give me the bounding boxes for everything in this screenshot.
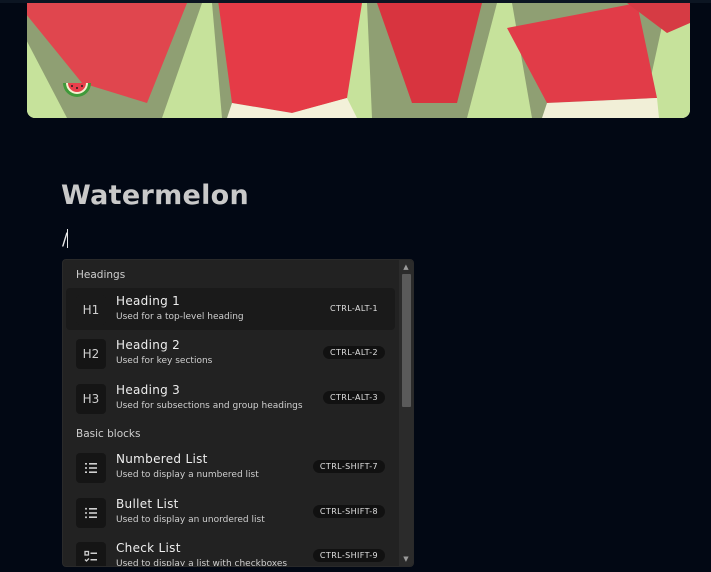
slash-command-menu[interactable]: Headings H1 Heading 1 Used for a top-lev… [62,259,414,567]
shortcut-badge: CTRL-SHIFT-7 [312,460,385,473]
page-title[interactable]: Watermelon [61,180,249,211]
shortcut-badge: CTRL-ALT-3 [322,391,385,404]
watermelon-icon [63,83,91,97]
shortcut-badge: CTRL-ALT-2 [322,346,385,359]
item-description: Used to display an unordered list [116,515,265,525]
menu-item-check-list[interactable]: Check List Used to display a list with c… [66,535,395,567]
shortcut-badge: CTRL-SHIFT-9 [312,549,385,562]
menu-item-heading-1[interactable]: H1 Heading 1 Used for a top-level headin… [66,288,395,330]
item-description: Used for key sections [116,356,213,366]
scrollbar-thumb[interactable] [402,274,411,407]
cover-watermelon-pattern [27,3,690,118]
numbered-list-icon [76,453,106,483]
item-title: Check List [116,541,181,555]
group-label-basic-blocks: Basic blocks [76,428,141,440]
heading-1-icon: H1 [76,295,106,325]
item-title: Heading 2 [116,338,181,352]
menu-item-numbered-list[interactable]: Numbered List Used to display a numbered… [66,446,395,488]
shortcut-badge: CTRL-SHIFT-8 [312,505,385,518]
item-title: Heading 1 [116,294,181,308]
bullet-list-icon [76,498,106,528]
menu-item-heading-3[interactable]: H3 Heading 3 Used for subsections and gr… [66,377,395,419]
text-cursor [67,229,68,248]
item-title: Numbered List [116,452,208,466]
checklist-icon [76,542,106,566]
item-description: Used for subsections and group headings [116,401,303,411]
item-description: Used to display a list with checkboxes [116,559,288,567]
shortcut-badge: CTRL-ALT-1 [329,304,378,313]
menu-item-bullet-list[interactable]: Bullet List Used to display an unordered… [66,491,395,533]
heading-2-icon: H2 [76,339,106,369]
scroll-down-arrow-icon[interactable]: ▼ [399,553,413,565]
menu-scrollbar[interactable]: ▲ ▼ [399,260,413,566]
cover-image[interactable] [27,3,690,118]
heading-3-icon: H3 [76,384,106,414]
group-label-headings: Headings [76,269,126,281]
menu-item-heading-2[interactable]: H2 Heading 2 Used for key sections CTRL-… [66,332,395,374]
item-description: Used to display a numbered list [116,470,259,480]
item-title: Heading 3 [116,383,181,397]
item-title: Bullet List [116,497,179,511]
scroll-up-arrow-icon[interactable]: ▲ [399,261,413,273]
item-description: Used for a top-level heading [116,312,244,322]
slash-menu-list: Headings H1 Heading 1 Used for a top-lev… [63,260,399,566]
